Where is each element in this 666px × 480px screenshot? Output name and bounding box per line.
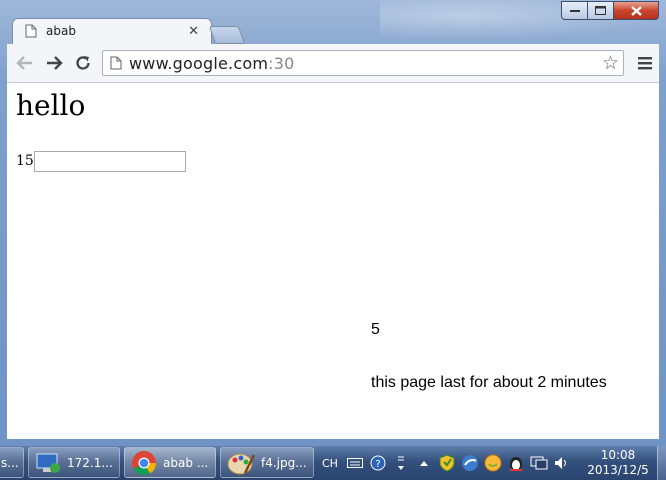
taskbar-item-label: 172.1...	[67, 455, 113, 470]
network-status-icon[interactable]	[530, 454, 548, 472]
taskbar-clock[interactable]: 10:08 2013/12/5	[586, 448, 650, 478]
bookmark-star-icon[interactable]: ☆	[602, 52, 619, 74]
ime-options-icon[interactable]	[392, 454, 410, 472]
penguin-icon[interactable]	[507, 454, 525, 472]
chrome-icon	[132, 450, 156, 475]
back-button[interactable]	[14, 52, 36, 74]
page-content: hello 15 5 this page last for about 2 mi…	[7, 83, 659, 439]
page-icon	[25, 24, 37, 38]
clock-date: 2013/12/5	[587, 463, 649, 477]
taskbar-item-chrome[interactable]: abab ...	[124, 447, 216, 478]
address-host: www.google.com	[129, 54, 269, 73]
maximize-button[interactable]	[588, 1, 614, 20]
page-heading: hello	[16, 89, 86, 122]
taskbar-item-paint[interactable]: f4.jpg...	[220, 447, 314, 478]
volume-icon[interactable]	[553, 454, 571, 472]
language-indicator[interactable]: CH	[322, 454, 338, 472]
bird-icon[interactable]	[461, 454, 479, 472]
show-hidden-icons-icon[interactable]	[415, 454, 433, 472]
text-input[interactable]	[34, 151, 186, 172]
address-text: www.google.com:30	[129, 54, 294, 73]
minimize-button[interactable]	[561, 1, 588, 20]
taskbar: s... 172.1... abab ... f4.jpg... CH ? 10…	[0, 446, 666, 480]
address-bar[interactable]: www.google.com:30 ☆	[102, 50, 624, 76]
network-icon	[36, 453, 60, 473]
page-icon	[110, 56, 122, 70]
tab-abab[interactable]: abab ✕	[12, 18, 212, 45]
window-caption-buttons	[561, 1, 659, 20]
smiley-icon[interactable]	[484, 454, 502, 472]
reload-icon	[76, 56, 90, 70]
taskbar-item-label: abab ...	[163, 455, 209, 470]
system-tray: CH ?	[322, 446, 576, 480]
tab-close-button[interactable]: ✕	[188, 24, 199, 39]
taskbar-item-network[interactable]: 172.1...	[28, 447, 120, 478]
countdown-value: 5	[371, 321, 380, 338]
forward-button[interactable]	[43, 52, 65, 74]
minimize-icon	[569, 9, 580, 12]
tab-title: abab	[46, 24, 76, 38]
svg-text:?: ?	[375, 459, 380, 470]
start-button[interactable]: s...	[0, 447, 24, 478]
show-desktop-button[interactable]	[657, 446, 666, 480]
forward-arrow-icon	[47, 56, 63, 70]
reload-button[interactable]	[72, 52, 94, 74]
paint-icon	[227, 453, 255, 474]
maximize-icon	[595, 6, 606, 15]
close-icon	[630, 5, 642, 16]
close-window-button[interactable]	[614, 1, 659, 20]
new-tab-button[interactable]	[208, 26, 246, 44]
back-arrow-icon	[16, 56, 32, 70]
browser-menu-button[interactable]	[638, 55, 652, 74]
page-duration-note: this page last for about 2 minutes	[371, 374, 607, 391]
clock-time: 10:08	[600, 448, 636, 462]
counter-value: 15	[16, 153, 34, 169]
hamburger-menu-icon	[638, 57, 652, 70]
shield-icon[interactable]	[438, 454, 456, 472]
keyboard-icon[interactable]	[346, 454, 364, 472]
help-icon[interactable]: ?	[369, 454, 387, 472]
start-label: s...	[1, 455, 19, 470]
taskbar-item-label: f4.jpg...	[261, 455, 307, 470]
address-port: :30	[268, 54, 295, 73]
browser-toolbar: www.google.com:30 ☆	[7, 44, 659, 83]
